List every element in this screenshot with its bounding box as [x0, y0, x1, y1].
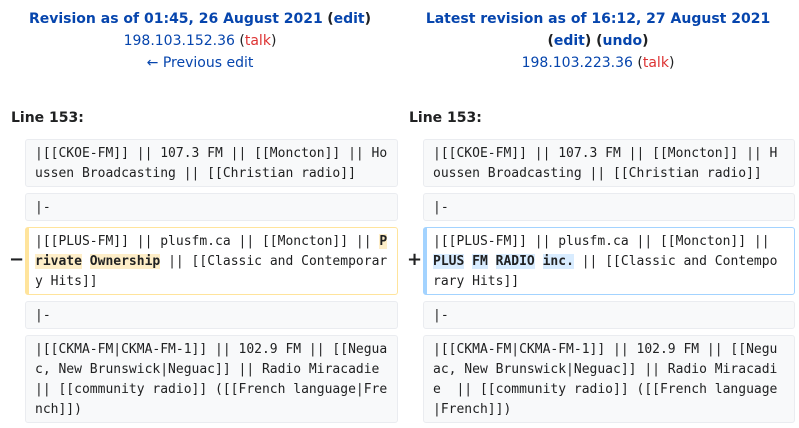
previous-edit-link[interactable]: ← Previous edit	[147, 55, 254, 71]
diff-context-left: |-	[25, 193, 398, 221]
added-line-text: |[[PLUS-FM]] || plusfm.ca || [[Moncton]]…	[433, 234, 778, 249]
diff-context-left: |-	[25, 301, 398, 329]
diff-deleted-line: |[[PLUS-FM]] || plusfm.ca || [[Moncton]]…	[25, 227, 398, 295]
diff-context-left: |[[CKOE-FM]] || 107.3 FM || [[Moncton]] …	[25, 139, 398, 187]
left-edit-link[interactable]: edit	[334, 11, 365, 27]
paren: ) (	[584, 33, 603, 49]
paren: )	[364, 11, 372, 27]
right-revision-title-link[interactable]: Latest revision as of 16:12, 27 August 2…	[426, 11, 770, 27]
diff-context-left: |[[CKMA-FM|CKMA-FM-1]] || 102.9 FM || [[…	[25, 335, 398, 423]
diff-context-right: |-	[423, 301, 795, 329]
left-talk-link[interactable]: talk	[245, 33, 271, 49]
left-user-link[interactable]: 198.103.152.36	[124, 33, 235, 49]
diff-added-line: |[[PLUS-FM]] || plusfm.ca || [[Moncton]]…	[423, 227, 795, 295]
right-talk-link[interactable]: talk	[643, 55, 669, 71]
added-word: PLUS	[433, 254, 465, 269]
left-revision-title-link[interactable]: Revision as of 01:45, 26 August 2021	[29, 11, 323, 27]
left-revision-header: Revision as of 01:45, 26 August 2021 (ed…	[10, 8, 390, 74]
right-revision-header: Latest revision as of 16:12, 27 August 2…	[408, 8, 788, 74]
added-word: RADIO	[495, 254, 535, 269]
paren: )	[668, 55, 675, 71]
paren: )	[642, 33, 649, 49]
right-line-number: Line 153:	[409, 110, 482, 126]
right-edit-link[interactable]: edit	[554, 33, 585, 49]
right-user-link[interactable]: 198.103.223.36	[522, 55, 633, 71]
paren: )	[270, 33, 277, 49]
undo-link[interactable]: undo	[603, 33, 643, 49]
diff-context-right: |[[CKOE-FM]] || 107.3 FM || [[Moncton]] …	[423, 139, 795, 187]
deleted-line-marker: −	[9, 249, 25, 270]
added-line-marker: +	[407, 249, 423, 270]
diff-context-right: |[[CKMA-FM|CKMA-FM-1]] || 102.9 FM || [[…	[423, 335, 795, 423]
added-word: inc.	[542, 254, 574, 269]
added-word: FM	[472, 254, 488, 269]
deleted-word: Ownership	[89, 254, 161, 269]
left-line-number: Line 153:	[11, 110, 84, 126]
deleted-line-text: |[[PLUS-FM]] || plusfm.ca || [[Moncton]]…	[35, 234, 380, 249]
deleted-line-text: || [[Classic and Contemporary Hits]]	[35, 254, 388, 289]
diff-context-right: |-	[423, 193, 795, 221]
